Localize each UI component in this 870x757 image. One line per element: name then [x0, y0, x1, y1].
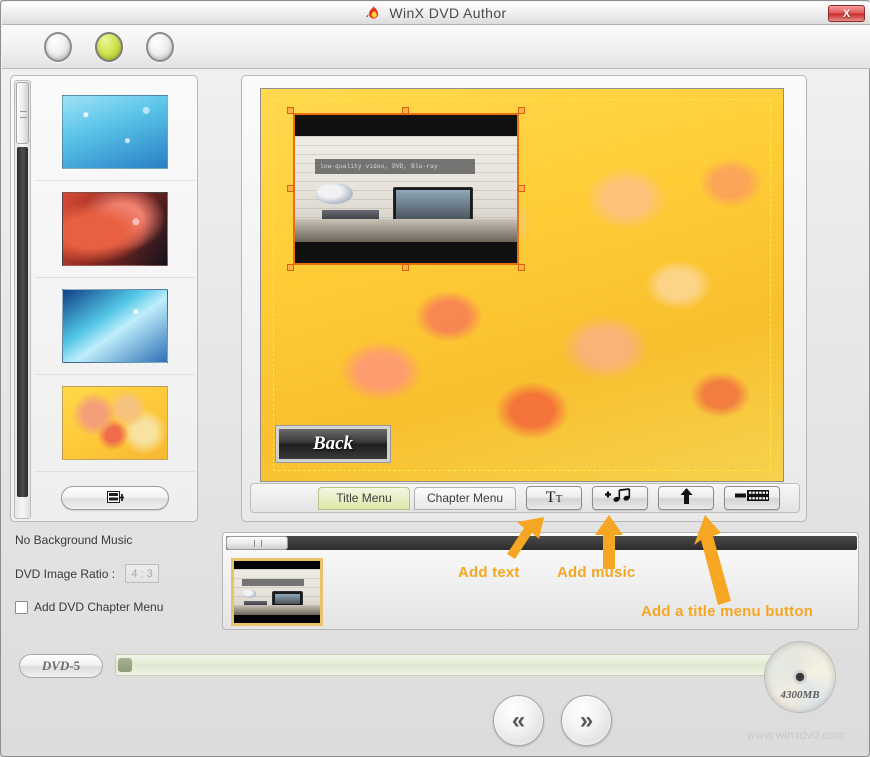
add-title-menu-button[interactable]: [658, 486, 714, 510]
video-scene: low-quality video, DVD, Blu-ray: [295, 136, 517, 243]
template-thumbnail-blue-bubbles: [62, 95, 168, 169]
text-tt-icon: TT: [546, 489, 563, 507]
winx-dvd-author-window: WinX DVD Author X: [0, 0, 870, 757]
disc-type-text: DVD: [42, 658, 69, 674]
resize-handle-sw[interactable]: [287, 264, 294, 271]
resize-handle-n[interactable]: [402, 107, 409, 114]
add-template-row: [35, 481, 195, 515]
template-item-1[interactable]: [35, 84, 195, 181]
resize-handle-s[interactable]: [402, 264, 409, 271]
video-thumbnail[interactable]: low-quality video, DVD, Blu-ray: [293, 113, 519, 265]
template-thumbnail-yellow-roses: [62, 386, 168, 460]
template-sidebar: [10, 75, 198, 522]
step-indicator-3[interactable]: [146, 32, 174, 62]
add-chapter-menu-checkbox[interactable]: [15, 601, 28, 614]
resize-handle-w[interactable]: [287, 185, 294, 192]
image-ratio-row: DVD Image Ratio : 4 : 3: [15, 564, 215, 583]
template-thumbnail-blue-wave: [62, 289, 168, 363]
resize-handle-ne[interactable]: [518, 107, 525, 114]
video-thumbnail-selection[interactable]: low-quality video, DVD, Blu-ray: [287, 107, 525, 271]
remove-filmstrip-icon: [735, 488, 769, 508]
options-panel: No Background Music DVD Image Ratio : 4 …: [15, 533, 215, 631]
menu-toolbar: Title Menu Chapter Menu TT: [250, 483, 800, 513]
tab-title-menu[interactable]: Title Menu: [318, 487, 410, 510]
template-item-2[interactable]: [35, 181, 195, 278]
add-text-button[interactable]: TT: [526, 486, 582, 510]
background-music-status: No Background Music: [15, 533, 215, 547]
add-music-button[interactable]: [592, 486, 648, 510]
template-item-3[interactable]: [35, 278, 195, 375]
title-bar: WinX DVD Author X: [2, 2, 870, 25]
image-ratio-label: DVD Image Ratio :: [15, 567, 115, 581]
desk-shape: [295, 219, 517, 242]
disc-capacity-label: 4300MB: [780, 689, 819, 701]
title-wrap: WinX DVD Author: [365, 5, 506, 22]
screen-plus-icon: [107, 491, 124, 505]
resize-handle-e[interactable]: [518, 185, 525, 192]
window-title: WinX DVD Author: [389, 5, 506, 21]
timeline-scrollbar-thumb[interactable]: [226, 536, 288, 550]
monitor-shape: [393, 187, 473, 223]
nav-next-button[interactable]: »: [561, 695, 612, 746]
add-music-note-icon: [605, 487, 635, 509]
nav-previous-button[interactable]: «: [493, 695, 544, 746]
add-template-button[interactable]: [61, 486, 169, 510]
add-chapter-menu-label: Add DVD Chapter Menu: [34, 600, 163, 614]
disc-capacity-bar: [115, 654, 775, 676]
lamp-shape: [315, 183, 353, 204]
sidebar-scrollbar[interactable]: [14, 80, 31, 519]
menu-preview-panel: low-quality video, DVD, Blu-ray Back Tit…: [241, 75, 807, 522]
flame-icon: [365, 5, 382, 22]
disc-capacity-fill: [118, 658, 132, 672]
resize-handle-nw[interactable]: [287, 107, 294, 114]
template-item-4[interactable]: [35, 375, 195, 472]
disc-type-badge[interactable]: DVD-5: [19, 654, 103, 678]
timeline-caption: [242, 579, 304, 586]
menu-canvas[interactable]: low-quality video, DVD, Blu-ray Back: [260, 88, 784, 482]
menu-back-button-label: Back: [279, 429, 387, 459]
video-caption-text: low-quality video, DVD, Blu-ray: [315, 159, 475, 174]
template-thumbnail-red-flowers: [62, 192, 168, 266]
menu-back-button[interactable]: Back: [275, 425, 391, 463]
remove-clip-button[interactable]: [724, 486, 780, 510]
step-indicator-1[interactable]: [44, 32, 72, 62]
image-ratio-value: 4 : 3: [125, 564, 159, 583]
timeline-clip-scene: [234, 569, 320, 615]
sidebar-scrollbar-track[interactable]: [17, 147, 28, 497]
timeline-panel: [222, 532, 859, 630]
step-indicator-2[interactable]: [95, 32, 123, 62]
timeline-clip-thumbnail[interactable]: [231, 558, 323, 626]
resize-handle-se[interactable]: [518, 264, 525, 271]
timeline-scrollbar[interactable]: [226, 536, 857, 550]
sidebar-scrollbar-thumb[interactable]: [16, 82, 29, 144]
close-button[interactable]: X: [828, 5, 865, 22]
tab-chapter-menu[interactable]: Chapter Menu: [414, 487, 516, 510]
disc-capacity-icon[interactable]: 4300MB: [764, 641, 836, 713]
chapter-menu-row[interactable]: Add DVD Chapter Menu: [15, 600, 215, 614]
timeline-desk-shape: [234, 605, 320, 615]
watermark-url: www.winxdvd.com: [747, 728, 845, 742]
disc-type-suffix: -5: [69, 658, 80, 674]
step-indicator-bar: [2, 25, 870, 69]
template-list: [35, 80, 195, 519]
up-arrow-icon: [679, 487, 694, 510]
